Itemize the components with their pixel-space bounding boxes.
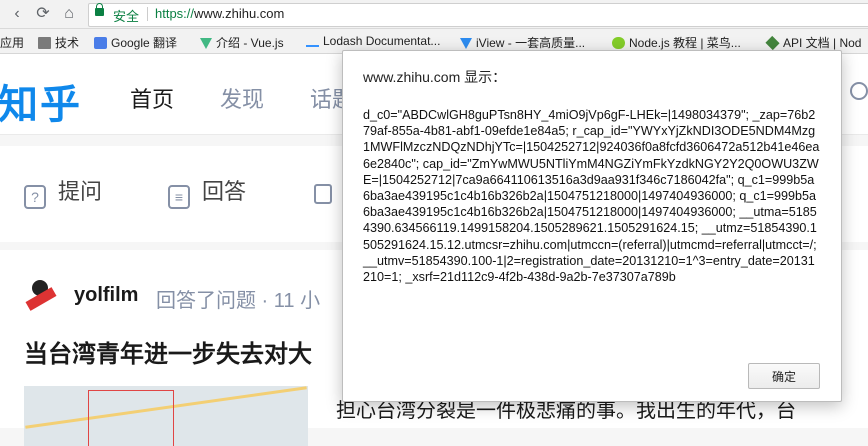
ask-button[interactable]: ? 提问 — [24, 174, 102, 209]
bookmark-label: Google 翻译 — [111, 36, 178, 50]
bookmark-label: Node.js 教程 | 菜鸟... — [629, 36, 741, 50]
browser-toolbar: ‹ ⟳ ⌂ 安全 https://www.zhihu.com — [0, 0, 868, 29]
dialog-title: www.zhihu.com 显示： — [363, 69, 507, 85]
address-separator — [147, 7, 148, 21]
url-host: www.zhihu.com — [194, 6, 285, 21]
lock-icon — [95, 3, 104, 16]
search-icon[interactable] — [850, 82, 868, 100]
avatar[interactable] — [24, 274, 58, 311]
home-icon[interactable]: ⌂ — [58, 3, 80, 25]
lodash-icon — [306, 37, 319, 47]
bookmark-label: API 文档 | Nod — [783, 36, 862, 50]
nodejs-icon — [612, 37, 625, 49]
iview-icon — [460, 38, 472, 49]
bookmark-label: Lodash Documentat... — [323, 34, 441, 48]
bookmark-apps[interactable]: 应用 — [0, 34, 24, 51]
question-icon: ? — [24, 185, 46, 209]
address-bar[interactable]: 安全 https://www.zhihu.com — [88, 3, 868, 27]
feed-meta: 回答了问题 · 11 小 — [156, 290, 321, 312]
author-name[interactable]: yolfilm — [74, 284, 138, 307]
nav-home[interactable]: 首页 — [130, 82, 174, 114]
api-docs-icon — [765, 35, 780, 51]
secure-label: 安全 — [113, 9, 140, 24]
bookmark-lodash[interactable]: Lodash Documentat... — [306, 34, 440, 48]
nav-explore[interactable]: 发现 — [220, 82, 264, 114]
pencil-icon[interactable] — [314, 184, 332, 204]
bookmark-google-translate[interactable]: Google 翻译 — [94, 34, 177, 51]
bookmark-api-docs[interactable]: API 文档 | Nod — [765, 34, 862, 51]
answer-button[interactable]: ≡ 回答 — [168, 174, 246, 209]
question-title[interactable]: 当台湾青年进一步失去对大 — [24, 334, 312, 369]
bookmark-label: 介绍 - Vue.js — [216, 36, 284, 50]
bookmark-tech-folder[interactable]: 技术 — [38, 34, 79, 51]
reload-icon[interactable]: ⟳ — [32, 3, 54, 25]
dialog-message: d_c0="ABDCwlGH8guPTsn8HY_4miO9jVp6gF-LHE… — [363, 108, 821, 285]
folder-icon — [38, 37, 51, 49]
google-translate-icon — [94, 37, 107, 49]
alert-dialog: www.zhihu.com 显示： d_c0="ABDCwlGH8guPTsn8… — [342, 50, 842, 402]
url-text[interactable]: https://www.zhihu.com — [155, 6, 284, 21]
answer-label: 回答 — [202, 179, 247, 204]
bookmark-label: 技术 — [55, 36, 80, 50]
bookmark-label: iView - 一套高质量... — [476, 36, 586, 50]
url-scheme: https:// — [155, 6, 195, 21]
document-icon: ≡ — [168, 185, 190, 209]
back-icon[interactable]: ‹ — [6, 3, 28, 25]
vue-icon — [200, 38, 212, 49]
bookmark-nodejs[interactable]: Node.js 教程 | 菜鸟... — [612, 34, 741, 51]
ask-label: 提问 — [58, 179, 103, 204]
ok-button[interactable]: 确定 — [748, 363, 820, 389]
map-thumbnail[interactable] — [24, 386, 308, 446]
bookmark-vue[interactable]: 介绍 - Vue.js — [200, 34, 284, 51]
bookmark-label: 应用 — [0, 36, 25, 50]
bookmark-iview[interactable]: iView - 一套高质量... — [460, 34, 585, 51]
zhihu-logo[interactable]: 知乎 — [0, 72, 82, 130]
